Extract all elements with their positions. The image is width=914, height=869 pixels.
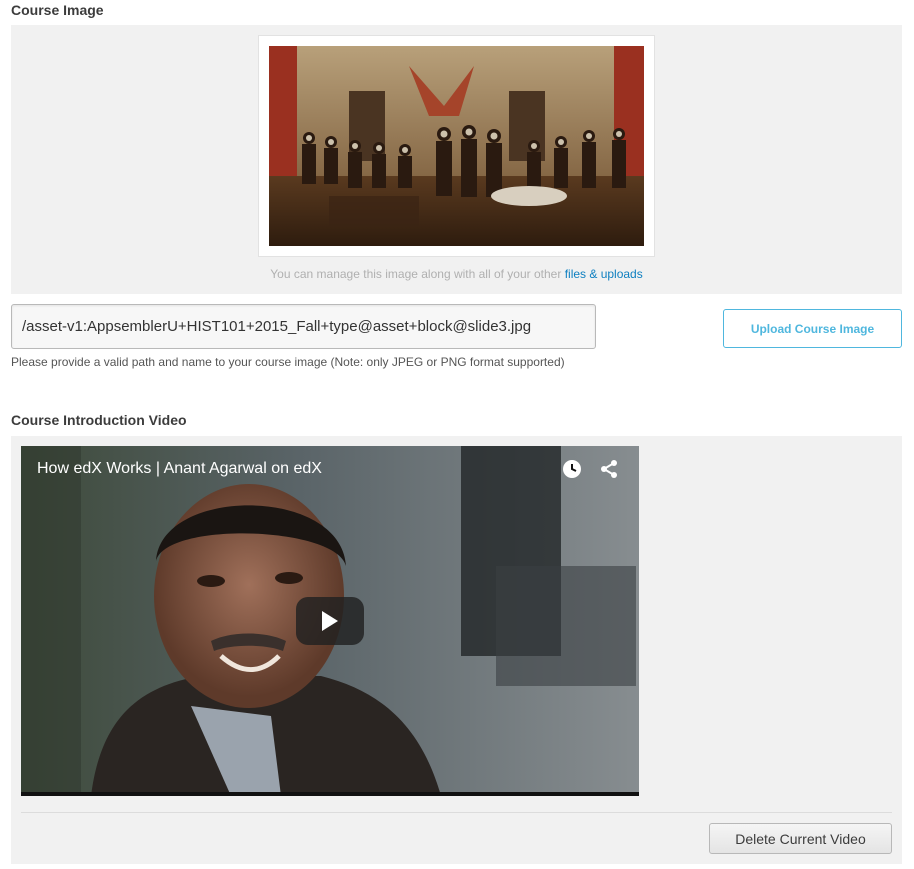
play-button[interactable] (296, 597, 364, 645)
files-uploads-link[interactable]: files & uploads (565, 267, 643, 281)
clock-icon[interactable] (562, 459, 582, 479)
play-icon (322, 611, 338, 631)
video-divider (21, 812, 892, 813)
video-title: How edX Works | Anant Agarwal on edX (37, 460, 322, 477)
course-image-label: Course Image (11, 2, 104, 18)
manage-image-note: You can manage this image along with all… (11, 267, 902, 281)
course-image-thumbnail (269, 46, 644, 246)
course-image-panel: You can manage this image along with all… (11, 25, 902, 294)
course-image-path-input[interactable] (11, 304, 596, 349)
share-icon[interactable] (599, 459, 619, 479)
course-video-label: Course Introduction Video (11, 412, 187, 428)
manage-note-text: You can manage this image along with all… (270, 267, 562, 281)
upload-course-image-button[interactable]: Upload Course Image (723, 309, 902, 348)
delete-current-video-button[interactable]: Delete Current Video (709, 823, 892, 854)
course-video-panel: How edX Works | Anant Agarwal on edX Del… (11, 436, 902, 864)
course-image-help-text: Please provide a valid path and name to … (11, 355, 565, 369)
video-progress-bar[interactable] (21, 792, 639, 796)
course-image-preview (258, 35, 655, 257)
video-player[interactable]: How edX Works | Anant Agarwal on edX (21, 446, 639, 796)
